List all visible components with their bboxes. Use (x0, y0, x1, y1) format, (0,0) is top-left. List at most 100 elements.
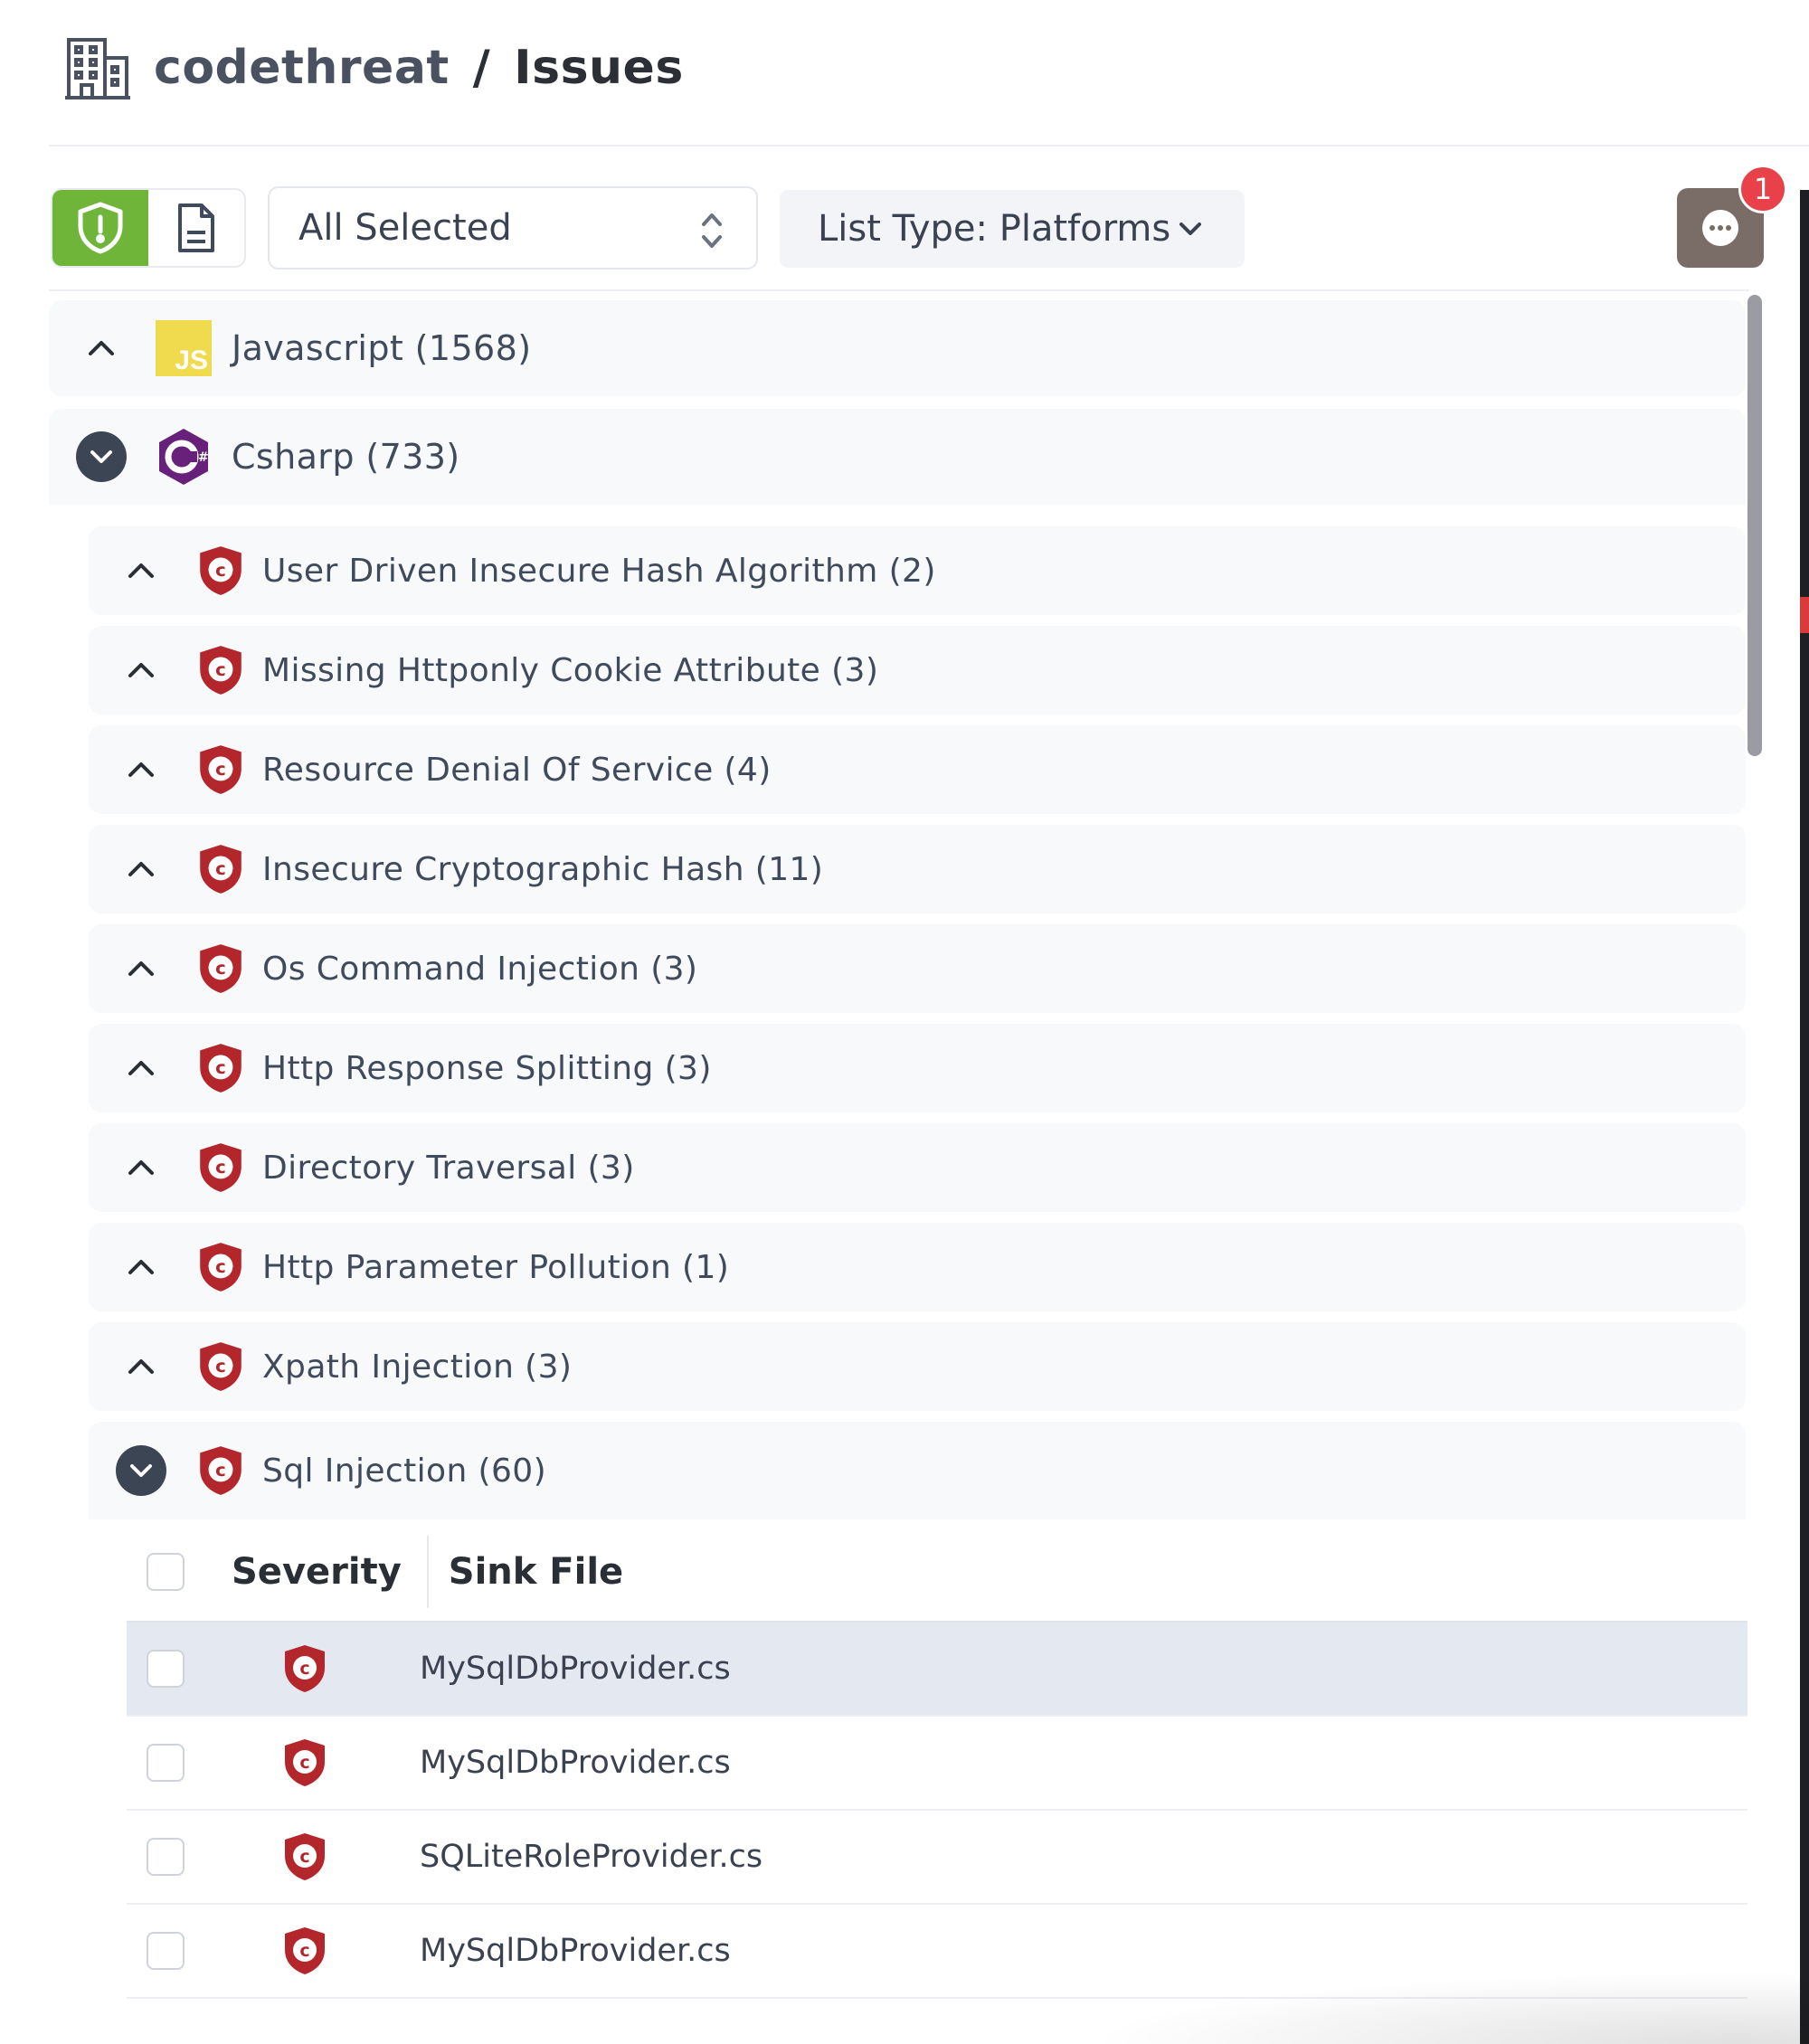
chevron-up-icon[interactable] (123, 1249, 159, 1285)
platform-row-javascript[interactable]: JS Javascript (1568) (49, 300, 1746, 396)
table-row[interactable]: c MySqlDbProvider.cs (127, 1717, 1747, 1811)
svg-text:c: c (299, 1753, 309, 1773)
svg-text:c: c (215, 560, 226, 581)
chevron-up-icon[interactable] (123, 951, 159, 987)
svg-text:c: c (215, 958, 226, 979)
sort-arrows-icon (702, 213, 722, 248)
issue-row[interactable]: c Missing Httponly Cookie Attribute (3) (89, 626, 1746, 714)
table-header: Severity Sink File (127, 1519, 1747, 1624)
issue-row[interactable]: c User Driven Insecure Hash Algorithm (2) (89, 526, 1746, 615)
building-icon (63, 34, 132, 103)
issue-row[interactable]: c Directory Traversal (3) (89, 1123, 1746, 1212)
chevron-up-icon[interactable] (83, 330, 119, 366)
chat-bubble-icon (1702, 210, 1738, 246)
sink-file-cell[interactable]: MySqlDbProvider.cs (420, 1745, 731, 1781)
issue-label: Http Parameter Pollution (1) (262, 1248, 730, 1286)
js-icon: JS (156, 320, 212, 376)
notification-badge: 1 (1738, 165, 1787, 213)
critical-severity-icon: c (282, 1926, 327, 1976)
breadcrumb: codethreat / Issues (154, 36, 684, 99)
bottom-shadow (1085, 1972, 1809, 2044)
critical-severity-icon: c (282, 1737, 327, 1788)
row-checkbox[interactable] (147, 1932, 185, 1970)
issue-label: Missing Httponly Cookie Attribute (3) (262, 651, 879, 689)
row-checkbox[interactable] (147, 1650, 185, 1688)
severity-column-header[interactable]: Severity (232, 1551, 402, 1593)
view-toggle-group (51, 188, 246, 268)
header-divider (49, 145, 1809, 147)
svg-text:c: c (215, 759, 226, 780)
panel-edge-marker (1800, 597, 1809, 633)
critical-severity-icon: c (197, 1444, 244, 1497)
critical-severity-icon: c (197, 1042, 244, 1094)
issue-row[interactable]: c Http Response Splitting (3) (89, 1024, 1746, 1112)
row-checkbox[interactable] (147, 1838, 185, 1876)
svg-text:c: c (215, 1356, 226, 1377)
critical-severity-icon: c (197, 743, 244, 796)
svg-text:c: c (215, 858, 226, 879)
sink-file-cell[interactable]: MySqlDbProvider.cs (420, 1651, 731, 1687)
panel-edge (1800, 190, 1809, 2044)
document-view-button[interactable] (148, 190, 244, 266)
chevron-up-icon[interactable] (123, 1050, 159, 1086)
critical-severity-icon: c (282, 1643, 327, 1694)
chevron-up-icon[interactable] (123, 851, 159, 887)
sink-file-cell[interactable]: SQLiteRoleProvider.cs (420, 1839, 762, 1875)
breadcrumb-org[interactable]: codethreat (154, 41, 450, 95)
critical-severity-icon: c (282, 1831, 327, 1882)
select-all-checkbox[interactable] (147, 1553, 185, 1591)
issue-label: Os Command Injection (3) (262, 950, 698, 988)
scope-select-value: All Selected (298, 207, 512, 249)
critical-severity-icon: c (197, 544, 244, 597)
toolbar-divider (49, 289, 1749, 291)
chevron-up-icon[interactable] (123, 1150, 159, 1186)
table-row[interactable]: c MySqlDbProvider.cs (127, 1623, 1747, 1717)
chevron-up-icon[interactable] (123, 1348, 159, 1385)
issue-row[interactable]: c Xpath Injection (3) (89, 1322, 1746, 1411)
critical-severity-icon: c (197, 644, 244, 696)
table-row[interactable]: c SQLiteRoleProvider.cs (127, 1811, 1747, 1905)
issue-label: Directory Traversal (3) (262, 1149, 635, 1187)
column-divider (426, 1536, 429, 1608)
list-type-label: List Type: Platforms (818, 208, 1171, 250)
breadcrumb-separator: / (472, 41, 491, 95)
critical-severity-icon: c (197, 1141, 244, 1194)
critical-severity-icon: c (197, 1340, 244, 1393)
svg-text:c: c (215, 659, 226, 680)
collapse-toggle-icon[interactable] (76, 431, 127, 482)
shield-icon (78, 202, 123, 254)
issue-label: Http Response Splitting (3) (262, 1049, 712, 1087)
issue-label: Xpath Injection (3) (262, 1348, 573, 1386)
chevron-up-icon[interactable] (123, 652, 159, 688)
issue-row[interactable]: c Os Command Injection (3) (89, 924, 1746, 1013)
platform-label: Javascript (1568) (232, 328, 532, 368)
issue-row[interactable]: c Sql Injection (60) (89, 1422, 1746, 1519)
issue-row[interactable]: c Http Parameter Pollution (1) (89, 1223, 1746, 1311)
svg-text:c: c (215, 1057, 226, 1078)
list-type-dropdown[interactable]: List Type: Platforms (780, 190, 1245, 268)
page-title: Issues (514, 41, 684, 95)
chevron-up-icon[interactable] (123, 752, 159, 788)
issue-label: User Driven Insecure Hash Algorithm (2) (262, 552, 936, 590)
svg-text:c: c (299, 1941, 309, 1961)
svg-text:#: # (198, 450, 209, 465)
issue-label: Insecure Cryptographic Hash (11) (262, 850, 824, 888)
sink-file-cell[interactable]: MySqlDbProvider.cs (420, 1933, 731, 1969)
issue-row[interactable]: c Insecure Cryptographic Hash (11) (89, 825, 1746, 913)
chevron-up-icon[interactable] (123, 553, 159, 589)
sink-file-column-header[interactable]: Sink File (449, 1551, 623, 1593)
issue-row[interactable]: c Resource Denial Of Service (4) (89, 725, 1746, 814)
svg-text:c: c (215, 1157, 226, 1178)
scope-select[interactable]: All Selected (268, 186, 758, 270)
issue-label: Resource Denial Of Service (4) (262, 751, 772, 789)
csharp-icon: # (156, 427, 212, 487)
svg-text:c: c (299, 1847, 309, 1867)
row-checkbox[interactable] (147, 1744, 185, 1782)
platform-row-csharp[interactable]: # Csharp (733) (49, 409, 1746, 505)
collapse-toggle-icon[interactable] (116, 1445, 166, 1496)
critical-severity-icon: c (197, 1241, 244, 1293)
security-view-button[interactable] (52, 190, 148, 266)
chevron-down-icon (1179, 222, 1201, 235)
scrollbar-thumb[interactable] (1747, 295, 1762, 756)
issue-label: Sql Injection (60) (262, 1452, 547, 1490)
